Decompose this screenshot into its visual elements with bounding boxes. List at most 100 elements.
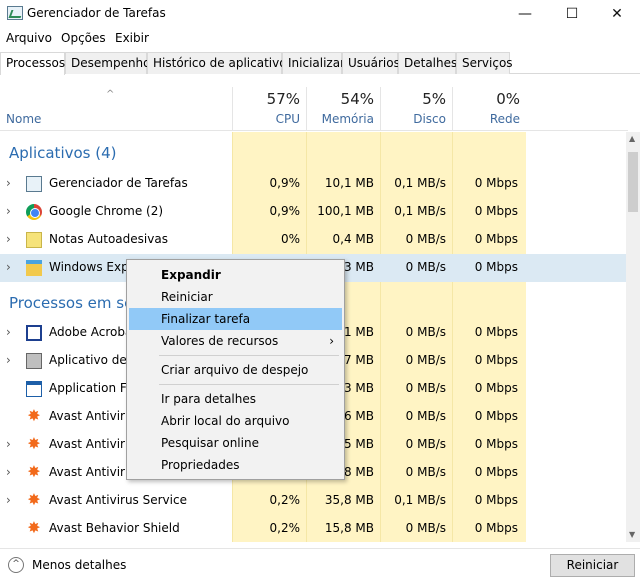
column-memory[interactable]: 54% Memória — [306, 87, 380, 131]
ctx-valores-de-recursos[interactable]: Valores de recursos › — [129, 330, 342, 352]
process-name: Avast Behavior Shield — [49, 521, 180, 535]
expand-chevron-icon[interactable]: › — [6, 176, 11, 190]
printer-icon — [26, 353, 42, 369]
expand-chevron-icon[interactable]: › — [6, 437, 11, 451]
network-cell: 0 Mbps — [474, 381, 518, 395]
network-cell: 0 Mbps — [474, 521, 518, 535]
tab-detalhes[interactable]: Detalhes — [398, 52, 457, 74]
disk-cell: 0 MB/s — [405, 260, 446, 274]
ctx-expandir[interactable]: Expandir — [129, 264, 342, 286]
tab-usuarios[interactable]: Usuários — [342, 52, 400, 74]
column-network[interactable]: 0% Rede — [452, 87, 526, 131]
avast-icon: ✸ — [27, 434, 41, 453]
scroll-thumb[interactable] — [628, 152, 638, 212]
memory-cell: 100,1 MB — [317, 204, 374, 218]
column-cpu[interactable]: 57% CPU — [232, 87, 306, 131]
cpu-label: CPU — [275, 112, 300, 126]
column-disk[interactable]: 5% Disco — [380, 87, 452, 131]
ctx-ir-para-detalhes[interactable]: Ir para detalhes — [129, 388, 342, 410]
cpu-cell: 0,9% — [269, 176, 301, 190]
acrobat-icon — [26, 325, 42, 341]
table-row[interactable]: › Gerenciador de Tarefas 0,9% 10,1 MB 0,… — [0, 170, 628, 198]
cpu-cell: 0,2% — [269, 521, 301, 535]
scroll-up-icon[interactable]: ▲ — [629, 134, 635, 143]
expand-chevron-icon[interactable]: › — [6, 493, 11, 507]
avast-icon: ✸ — [27, 462, 41, 481]
tab-processos[interactable]: Processos — [0, 52, 65, 75]
disk-cell: 0 MB/s — [405, 381, 446, 395]
ctx-abrir-local[interactable]: Abrir local do arquivo — [129, 410, 342, 432]
sort-arrow-icon: ^ — [106, 89, 115, 100]
disk-cell: 0 MB/s — [405, 409, 446, 423]
network-cell: 0 Mbps — [474, 493, 518, 507]
network-cell: 0 Mbps — [474, 325, 518, 339]
expand-chevron-icon[interactable]: › — [6, 465, 11, 479]
disk-cell: 0 MB/s — [405, 353, 446, 367]
disk-cell: 0 MB/s — [405, 325, 446, 339]
expand-chevron-icon[interactable]: › — [6, 204, 11, 218]
vertical-scrollbar[interactable]: ▲ ▼ — [626, 132, 640, 542]
disk-cell: 0,1 MB/s — [394, 493, 446, 507]
ctx-pesquisar-online[interactable]: Pesquisar online — [129, 432, 342, 454]
ctx-reiniciar[interactable]: Reiniciar — [129, 286, 342, 308]
ctx-separator — [159, 355, 339, 356]
table-row[interactable]: › ✸ Avast Antivirus Service 0,2% 35,8 MB… — [0, 487, 628, 515]
menu-opcoes[interactable]: Opções — [61, 31, 106, 45]
ctx-propriedades[interactable]: Propriedades — [129, 454, 342, 476]
network-cell: 0 Mbps — [474, 353, 518, 367]
expand-chevron-icon[interactable]: › — [6, 260, 11, 274]
scroll-down-icon[interactable]: ▼ — [629, 530, 635, 539]
column-name[interactable]: Nome — [6, 112, 41, 126]
ctx-finalizar-tarefa[interactable]: Finalizar tarefa — [129, 308, 342, 330]
tab-historico[interactable]: Histórico de aplicativos — [147, 52, 293, 74]
process-name: Notas Autoadesivas — [49, 232, 168, 246]
network-cell: 0 Mbps — [474, 232, 518, 246]
ctx-criar-despejo[interactable]: Criar arquivo de despejo — [129, 359, 342, 381]
window-title: Gerenciador de Tarefas — [27, 6, 166, 20]
network-cell: 0 Mbps — [474, 465, 518, 479]
explorer-icon — [26, 260, 42, 276]
restart-button[interactable]: Reiniciar — [550, 554, 635, 577]
process-name: Gerenciador de Tarefas — [49, 176, 188, 190]
process-name: Aplicativo de s — [49, 353, 137, 367]
ctx-separator — [159, 384, 339, 385]
less-details-link[interactable]: Menos detalhes — [32, 558, 126, 572]
cpu-percent: 57% — [266, 90, 300, 108]
tab-servicos[interactable]: Serviços — [456, 52, 513, 74]
expand-chevron-icon[interactable]: › — [6, 353, 11, 367]
submenu-arrow-icon: › — [329, 334, 334, 348]
cpu-cell: 0% — [280, 232, 300, 246]
menu-exibir[interactable]: Exibir — [115, 31, 149, 45]
table-row[interactable]: ✸ Avast Behavior Shield 0,2% 15,8 MB 0 M… — [0, 515, 628, 542]
column-header: ^ Nome 57% CPU 54% Memória 5% Disco 0% R… — [0, 87, 628, 131]
expand-chevron-icon[interactable]: › — [6, 325, 11, 339]
tab-desempenho[interactable]: Desempenho — [65, 52, 151, 74]
network-cell: 0 Mbps — [474, 260, 518, 274]
footer: ^ Menos detalhes Reiniciar — [0, 548, 640, 585]
task-manager-icon — [26, 176, 42, 192]
disk-cell: 0 MB/s — [405, 465, 446, 479]
network-percent: 0% — [496, 90, 520, 108]
close-button[interactable]: ✕ — [594, 0, 640, 28]
ctx-valores-label: Valores de recursos — [161, 334, 279, 348]
tab-inicializar[interactable]: Inicializar — [282, 52, 345, 74]
minimize-button[interactable]: — — [502, 0, 548, 28]
task-manager-icon — [7, 6, 23, 20]
table-row[interactable]: › Notas Autoadesivas 0% 0,4 MB 0 MB/s 0 … — [0, 226, 628, 254]
process-name: Google Chrome (2) — [49, 204, 164, 218]
process-name: Application Fra — [49, 381, 139, 395]
table-row[interactable]: › Google Chrome (2) 0,9% 100,1 MB 0,1 MB… — [0, 198, 628, 226]
memory-cell: 35,8 MB — [324, 493, 374, 507]
maximize-button[interactable]: ☐ — [549, 0, 595, 28]
disk-cell: 0 MB/s — [405, 437, 446, 451]
network-label: Rede — [489, 112, 520, 126]
process-name: Avast Antivirus Service — [49, 493, 187, 507]
chevron-up-icon[interactable]: ^ — [8, 557, 24, 573]
memory-cell: 0,4 MB — [332, 232, 374, 246]
group-apps: Aplicativos (4) — [9, 144, 117, 162]
network-cell: 0 Mbps — [474, 437, 518, 451]
expand-chevron-icon[interactable]: › — [6, 232, 11, 246]
memory-label: Memória — [321, 112, 374, 126]
menu-arquivo[interactable]: Arquivo — [6, 31, 52, 45]
title-bar: Gerenciador de Tarefas — ☐ ✕ — [0, 0, 640, 29]
